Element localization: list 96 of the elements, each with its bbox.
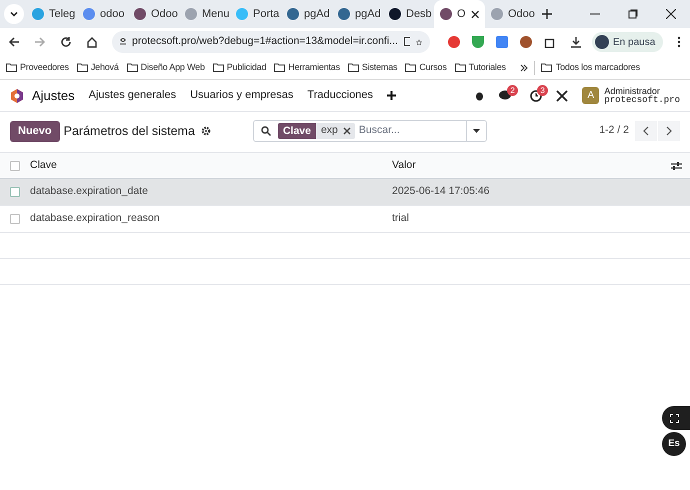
bookmark-folder[interactable]: Jehová (76, 60, 119, 74)
previous-page-button[interactable] (635, 121, 657, 141)
tab-title: Menu (202, 6, 230, 22)
row-checkbox[interactable] (10, 160, 20, 170)
column-header[interactable]: Clave (30, 158, 392, 174)
more-options-icon[interactable] (677, 36, 682, 48)
row-checkbox[interactable] (10, 214, 20, 224)
browser-tab[interactable]: Odoo (485, 3, 536, 25)
folder-icon (212, 63, 224, 72)
folder-icon (454, 63, 466, 72)
chevron-right-icon (666, 126, 672, 136)
tab-title: O (457, 6, 466, 22)
tab-title: Desb (406, 6, 432, 22)
folder-icon (6, 63, 17, 72)
column-header[interactable]: Valor (392, 158, 416, 174)
bookmark-folder[interactable]: Tutoriales (454, 60, 506, 74)
profile-button[interactable]: En pausa (592, 32, 664, 52)
gear-icon[interactable] (200, 126, 211, 136)
table-cell-text: 2025-06-14 17:05:46 (392, 184, 490, 200)
url-text: protecsoft.pro/web?debug=1#action=13&model=ir.confi... (132, 34, 398, 50)
table-cell-text: database.expiration_reason (30, 211, 161, 226)
bookmark-folder[interactable]: Sistemas (348, 60, 398, 74)
folder-icon (348, 63, 359, 72)
bookmark-folder[interactable]: Cursos (405, 60, 447, 74)
table-cell-text: database.expiration_date (30, 184, 149, 200)
close-icon[interactable] (470, 10, 479, 18)
clock-icon[interactable] (530, 90, 542, 102)
notification-badge: 3 (537, 84, 548, 96)
home-icon[interactable] (86, 36, 98, 48)
pager-value[interactable]: 1-2 / 2 (599, 123, 629, 139)
tab-title: Teleg (49, 6, 76, 22)
bookmark-folder[interactable]: Diseño App Web (126, 60, 205, 74)
bookmark-folder[interactable]: Proveedores (6, 60, 69, 74)
folder-icon (76, 63, 88, 72)
browser-tab[interactable]: Odoo (128, 3, 179, 25)
search-bar[interactable]: Clave exp Buscar... (252, 120, 487, 142)
browser-tab[interactable]: pgAd (332, 3, 383, 25)
browser-tab[interactable]: Teleg (26, 3, 77, 25)
search-input[interactable]: Buscar... (358, 123, 459, 139)
star-icon[interactable] (416, 36, 422, 48)
expand-icon (670, 414, 679, 422)
download-icon[interactable] (570, 36, 582, 48)
sliders-icon[interactable] (671, 160, 682, 170)
back-arrow-icon[interactable] (8, 36, 20, 48)
folder-icon (274, 63, 286, 72)
avatar-icon (595, 35, 609, 49)
browser-tab[interactable]: Desb (383, 3, 434, 25)
folder-icon (540, 63, 552, 72)
chevron-double-right-icon[interactable] (520, 64, 528, 72)
shield-icon[interactable] (472, 36, 484, 48)
next-page-button[interactable] (658, 121, 680, 141)
search-facet[interactable]: Clave exp (278, 123, 355, 139)
browser-tab[interactable]: O (434, 0, 485, 28)
fullscreen-button[interactable] (662, 406, 690, 430)
table-row[interactable]: database.expiration_date 2025-06-14 17:05:46 (0, 179, 690, 206)
chevron-left-icon (643, 126, 649, 136)
browser-tab[interactable]: pgAd (281, 3, 332, 25)
plus-icon[interactable] (387, 91, 396, 100)
caret-icon (472, 129, 480, 133)
bookmark-folder[interactable]: Todos los marcadores (540, 60, 640, 74)
user-name: Administrador (604, 86, 660, 96)
notification-badge: 2 (507, 85, 518, 96)
new-tab-icon[interactable] (542, 9, 552, 19)
tab-title: pgAd (304, 6, 330, 22)
browser-tab[interactable]: odoo (77, 3, 128, 25)
table-cell-text: trial (392, 211, 409, 226)
app-name[interactable]: Ajustes (32, 86, 75, 106)
tab-list-button[interactable] (4, 4, 24, 24)
bookmark-folder[interactable]: Herramientas (274, 60, 340, 74)
new-button[interactable]: Nuevo (10, 120, 60, 142)
site-settings-icon[interactable] (120, 37, 126, 47)
search-icon (260, 126, 271, 136)
language-button[interactable]: Es (662, 432, 686, 456)
tab-title: odoo (100, 6, 124, 22)
restore-icon[interactable] (628, 9, 638, 19)
bookmark-folder[interactable]: Publicidad (212, 60, 266, 74)
tab-title: Porta (253, 6, 280, 22)
folder-icon (126, 63, 138, 72)
menu-item[interactable]: Usuarios y empresas (190, 87, 294, 104)
database-name: protecsoft.pro (604, 96, 680, 104)
page-title: Parámetros del sistema (64, 122, 195, 140)
folder-icon (405, 63, 416, 72)
app-logo-icon[interactable] (10, 88, 24, 102)
address-bar[interactable]: protecsoft.pro/web?debug=1#action=13&model=ir.confi... (112, 31, 430, 53)
chevron-down-icon (9, 9, 19, 19)
tab-title: Odoo (508, 6, 535, 22)
remove-icon[interactable] (342, 127, 351, 135)
tab-title: Odoo (151, 6, 178, 22)
browser-tab[interactable]: Menu (179, 3, 230, 25)
close-icon[interactable] (666, 9, 676, 19)
reload-icon[interactable] (60, 36, 72, 48)
row-checkbox[interactable] (10, 187, 20, 197)
menu-item[interactable]: Traducciones (307, 87, 374, 104)
tab-title: pgAd (355, 6, 381, 22)
menu-item[interactable]: Ajustes generales (88, 87, 176, 104)
browser-tab[interactable]: Porta (230, 3, 281, 25)
